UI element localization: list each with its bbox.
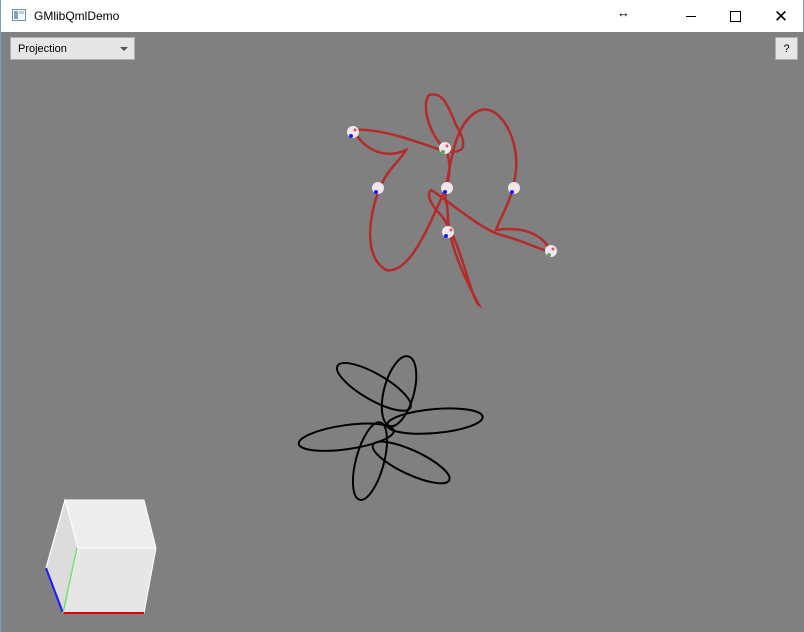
control-point[interactable] xyxy=(442,226,454,238)
red-curve xyxy=(350,93,554,309)
projection-dropdown[interactable]: Projection xyxy=(10,37,135,60)
app-window: GMlibQmlDemo ↔ ✕ Projection ? xyxy=(0,0,804,632)
control-point[interactable] xyxy=(372,182,384,194)
control-point[interactable] xyxy=(439,142,451,154)
control-point[interactable] xyxy=(545,245,557,257)
scene-graphics xyxy=(45,93,557,615)
chevron-down-icon xyxy=(120,47,128,51)
black-rose-curve xyxy=(297,355,484,501)
navigation-cube[interactable] xyxy=(45,498,157,615)
control-point[interactable] xyxy=(508,182,520,194)
projection-dropdown-label: Projection xyxy=(18,43,67,55)
help-button[interactable]: ? xyxy=(775,37,798,60)
control-point[interactable] xyxy=(347,126,359,138)
control-point[interactable] xyxy=(441,182,453,194)
